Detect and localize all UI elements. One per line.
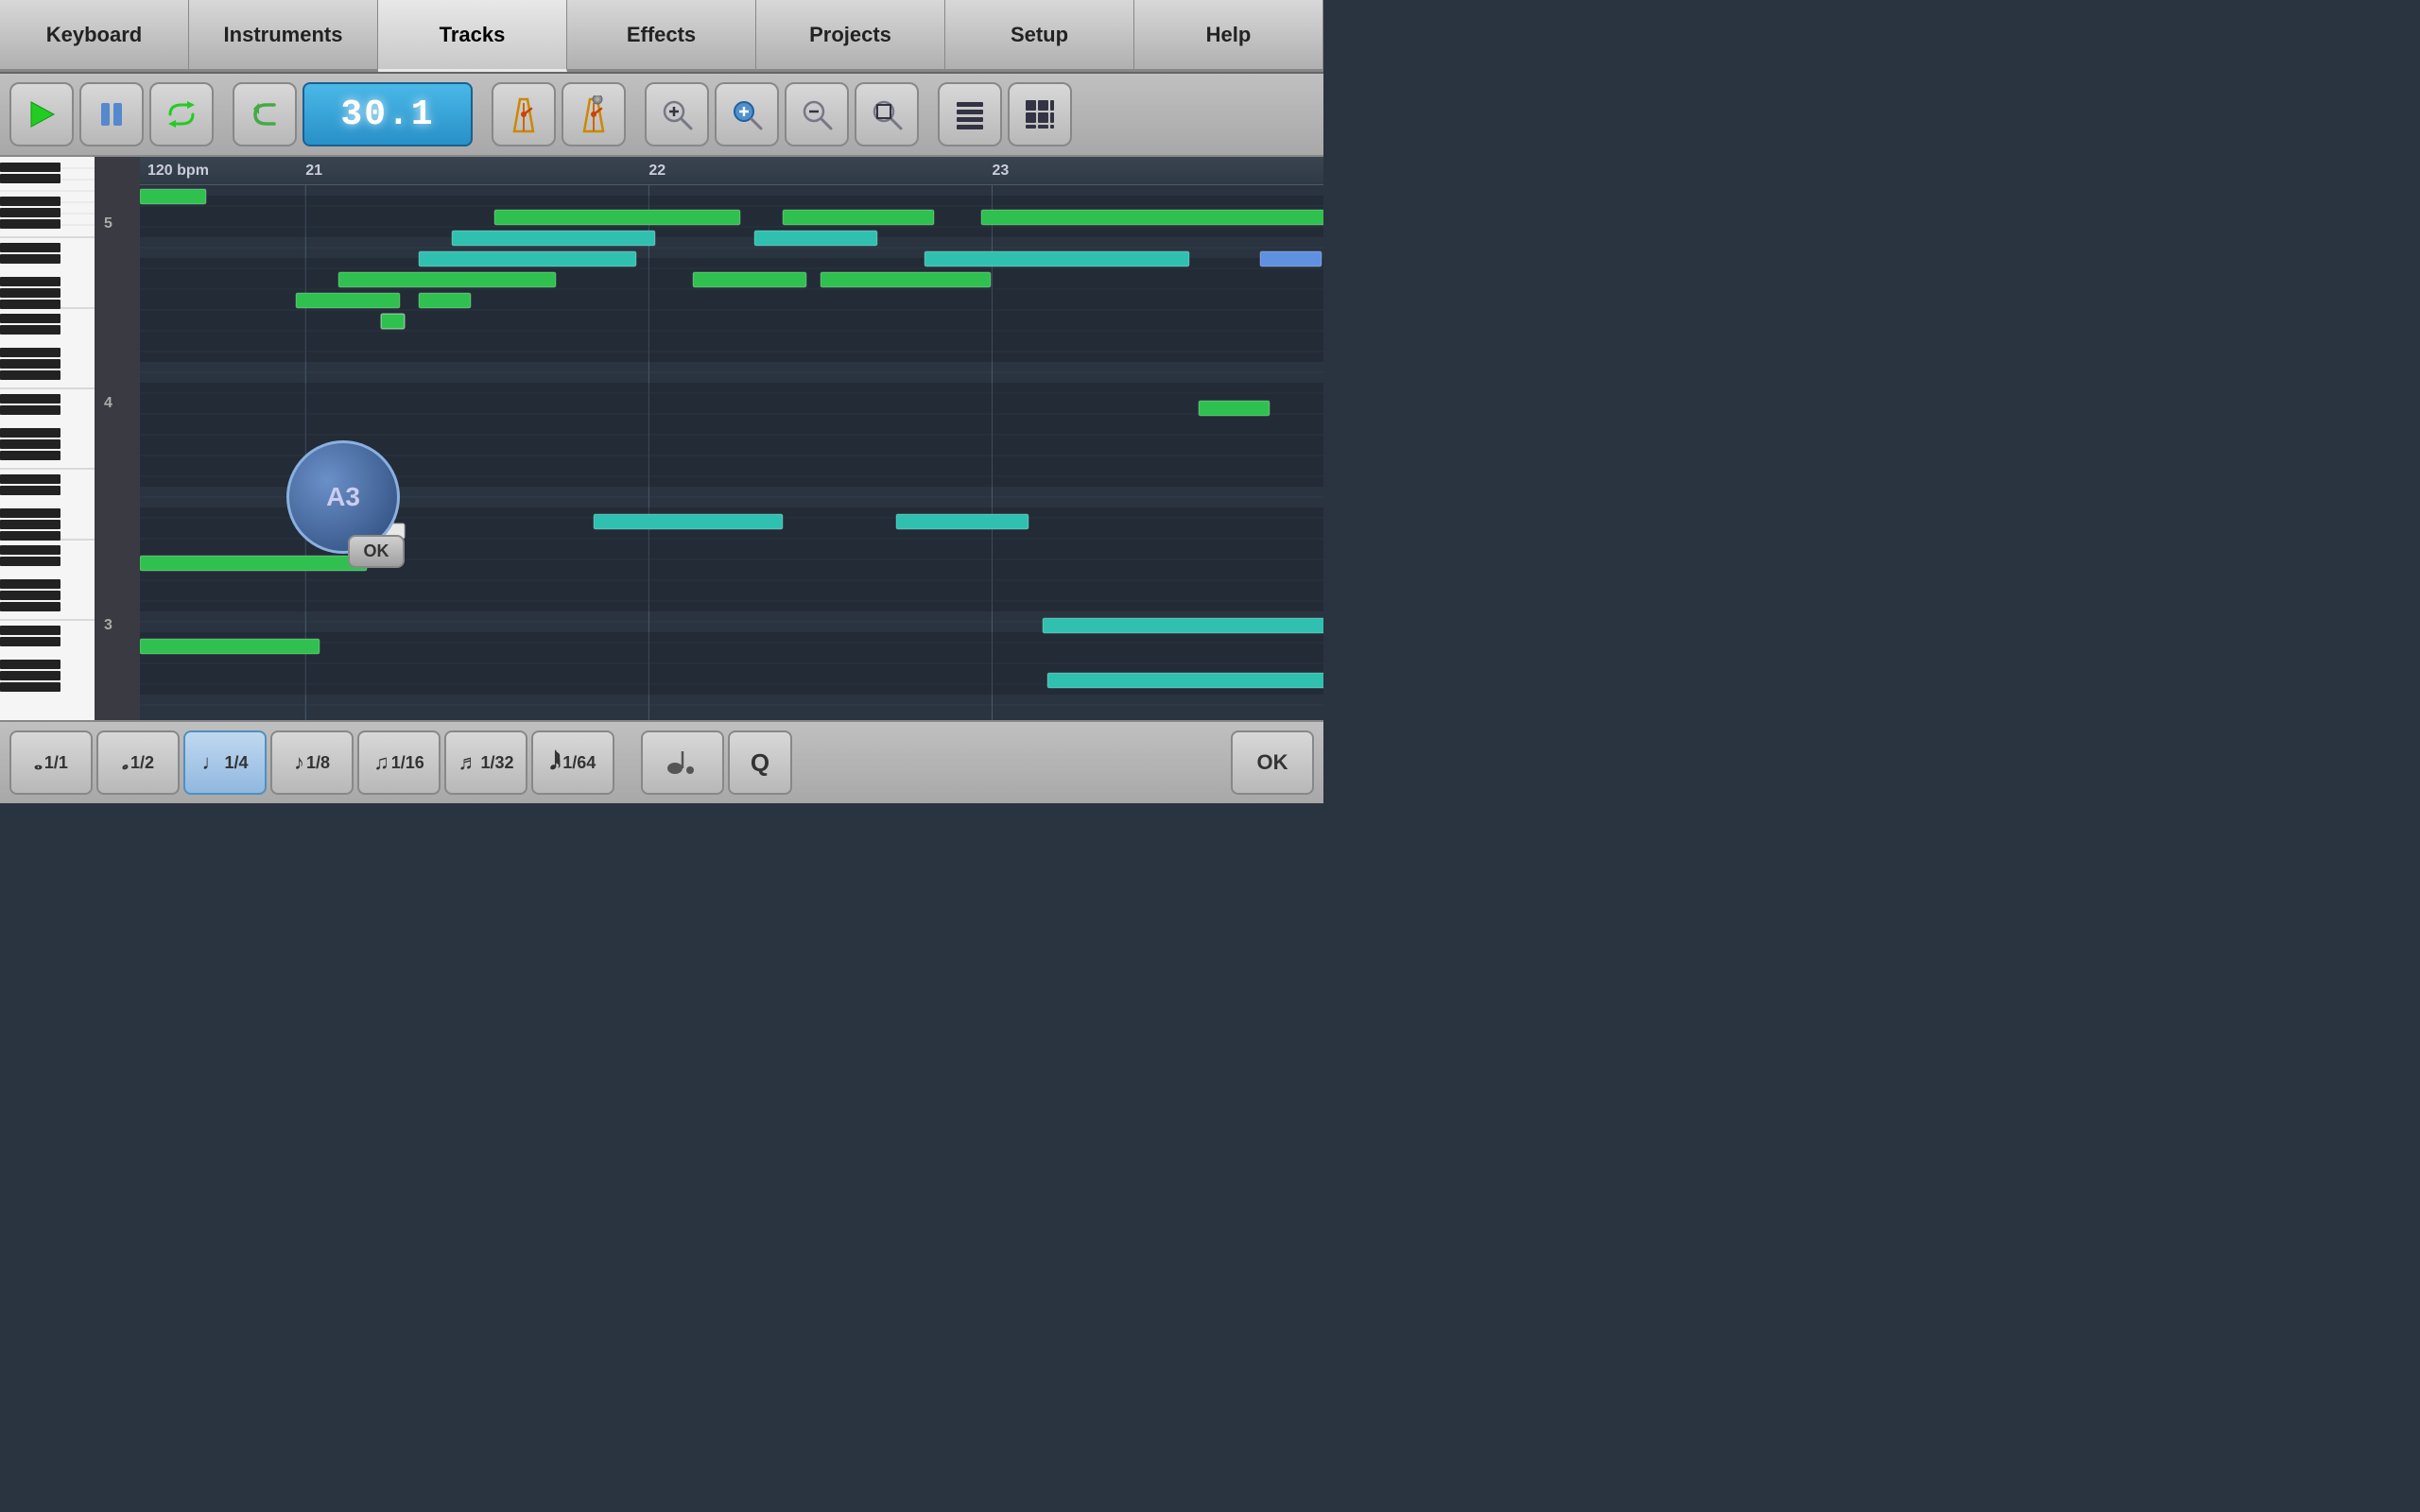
- eighth-note-label: 1/8: [306, 753, 330, 773]
- pause-button[interactable]: [79, 82, 144, 146]
- ruler: 120 bpm 21 22 23: [140, 157, 1323, 185]
- metronome-button[interactable]: [492, 82, 556, 146]
- nav-tabs: Keyboard Instruments Tracks Effects Proj…: [0, 0, 1323, 74]
- svg-text:5: 5: [104, 215, 112, 232]
- note-64th-button[interactable]: 𝅘𝅥𝅱 1/64: [531, 730, 614, 795]
- tab-effects[interactable]: Effects: [567, 0, 756, 72]
- tab-help[interactable]: Help: [1134, 0, 1323, 72]
- quantize-label: Q: [751, 748, 769, 778]
- zoom-in-plus-button[interactable]: [715, 82, 779, 146]
- loop-button[interactable]: [149, 82, 214, 146]
- tab-projects[interactable]: Projects: [756, 0, 945, 72]
- quarter-note-label: 1/4: [224, 753, 248, 773]
- tab-tracks[interactable]: Tracks: [378, 0, 567, 72]
- ruler-marker-21: 21: [305, 163, 322, 180]
- half-note-icon: 𝅗: [122, 750, 129, 775]
- note-32nd-button[interactable]: ♬ 1/32: [444, 730, 527, 795]
- 64th-note-label: 1/64: [562, 753, 596, 773]
- svg-text:4: 4: [104, 395, 112, 411]
- tab-instruments[interactable]: Instruments: [189, 0, 378, 72]
- eighth-note-icon: ♪: [294, 750, 304, 775]
- ok-button[interactable]: OK: [1231, 730, 1314, 795]
- note-whole-button[interactable]: 𝅝 1/1: [9, 730, 93, 795]
- tab-keyboard[interactable]: Keyboard: [0, 0, 189, 72]
- sixteenth-note-label: 1/16: [391, 753, 424, 773]
- piano-keyboard[interactable]: 5 4 3: [0, 157, 140, 720]
- list-view-button[interactable]: [938, 82, 1002, 146]
- 32nd-note-icon: ♬: [458, 750, 478, 775]
- metronome-settings-button[interactable]: [562, 82, 626, 146]
- whole-note-icon: 𝅝: [34, 750, 43, 775]
- note-popup: A3 OK: [286, 440, 400, 554]
- svg-text:3: 3: [104, 617, 112, 633]
- play-button[interactable]: [9, 82, 74, 146]
- 64th-note-icon: 𝅘𝅥𝅱: [550, 750, 561, 775]
- sixteenth-note-icon: ♫: [373, 750, 389, 775]
- zoom-fit-button[interactable]: [855, 82, 919, 146]
- tracks-area[interactable]: A3 OK: [140, 185, 1323, 720]
- zoom-in-button[interactable]: [645, 82, 709, 146]
- bpm-label: 120 bpm: [147, 163, 209, 180]
- undo-button[interactable]: [233, 82, 297, 146]
- half-note-label: 1/2: [130, 753, 154, 773]
- ruler-marker-23: 23: [992, 163, 1009, 180]
- note-half-button[interactable]: 𝅗 1/2: [96, 730, 180, 795]
- quarter-note-icon: ♩: [201, 750, 222, 775]
- time-display: 30.1: [302, 82, 473, 146]
- whole-note-label: 1/1: [44, 753, 68, 773]
- grid-view-button[interactable]: [1008, 82, 1072, 146]
- note-quarter-button[interactable]: ♩ 1/4: [183, 730, 267, 795]
- toolbar: 30.1: [0, 74, 1323, 157]
- zoom-out-button[interactable]: [785, 82, 849, 146]
- ok-label: OK: [1257, 750, 1288, 775]
- dotted-note-button[interactable]: [641, 730, 724, 795]
- quantize-button[interactable]: Q: [728, 730, 792, 795]
- ruler-marker-22: 22: [648, 163, 666, 180]
- main-area: 5 4 3 120 bpm 21 22 23: [0, 157, 1323, 720]
- bottom-toolbar: 𝅝 1/1 𝅗 1/2 ♩ 1/4 ♪ 1/8 ♫ 1/16 ♬ 1/32 𝅘𝅥…: [0, 720, 1323, 803]
- popup-ok-button[interactable]: OK: [348, 535, 405, 568]
- note-sixteenth-button[interactable]: ♫ 1/16: [357, 730, 441, 795]
- 32nd-note-label: 1/32: [480, 753, 513, 773]
- note-label: A3: [326, 482, 360, 512]
- note-eighth-button[interactable]: ♪ 1/8: [270, 730, 354, 795]
- tab-setup[interactable]: Setup: [945, 0, 1134, 72]
- track-section: 120 bpm 21 22 23: [140, 157, 1323, 720]
